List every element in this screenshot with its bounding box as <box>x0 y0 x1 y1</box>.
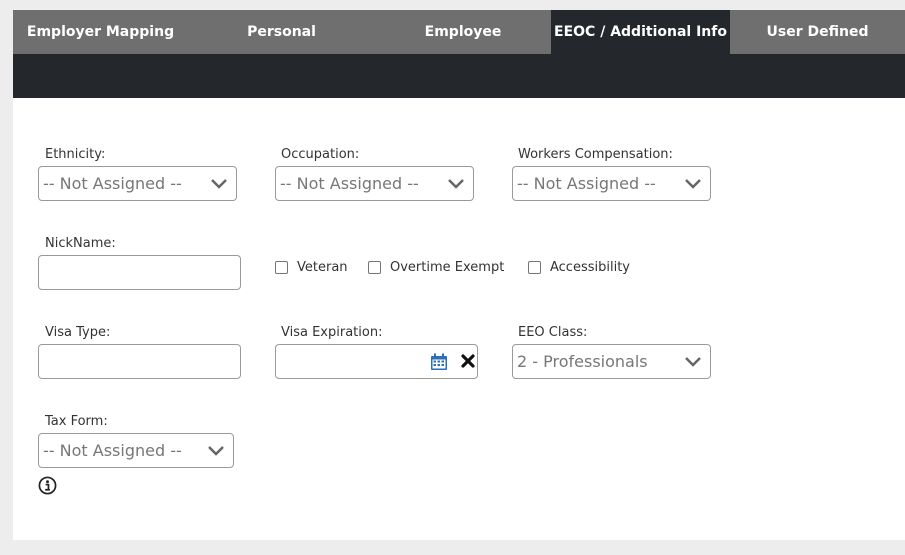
workers-comp-value: -- Not Assigned -- <box>517 174 656 193</box>
visa-type-input[interactable] <box>38 344 241 379</box>
calendar-icon[interactable] <box>430 353 448 371</box>
overtime-exempt-label: Overtime Exempt <box>390 260 505 275</box>
ethnicity-select[interactable]: -- Not Assigned -- <box>38 166 237 201</box>
visa-type-label: Visa Type: <box>45 325 111 340</box>
nickname-label: NickName: <box>45 236 116 251</box>
tab-bar: Employer Mapping Personal Employee EEOC … <box>13 10 905 54</box>
tab-user-defined[interactable]: User Defined <box>730 10 905 54</box>
close-icon[interactable] <box>460 353 476 369</box>
chevron-down-icon <box>208 446 224 456</box>
tab-employee[interactable]: Employee <box>375 10 551 54</box>
occupation-value: -- Not Assigned -- <box>280 174 419 193</box>
visa-expiration-input[interactable] <box>275 344 478 379</box>
accessibility-checkbox[interactable] <box>528 261 541 274</box>
veteran-checkbox[interactable] <box>275 261 288 274</box>
tab-eeoc-additional-info[interactable]: EEOC / Additional Info <box>551 10 730 54</box>
visa-expiration-label: Visa Expiration: <box>281 325 383 340</box>
overtime-exempt-checkbox[interactable] <box>368 261 381 274</box>
tax-form-select[interactable]: -- Not Assigned -- <box>38 433 234 468</box>
veteran-checkbox-group[interactable]: Veteran <box>275 260 348 275</box>
occupation-label: Occupation: <box>281 147 360 162</box>
accessibility-label: Accessibility <box>550 260 630 275</box>
info-icon[interactable] <box>38 476 57 495</box>
tab-personal[interactable]: Personal <box>188 10 375 54</box>
accessibility-checkbox-group[interactable]: Accessibility <box>528 260 630 275</box>
tax-form-value: -- Not Assigned -- <box>43 441 182 460</box>
tab-employer-mapping[interactable]: Employer Mapping <box>13 10 188 54</box>
occupation-select[interactable]: -- Not Assigned -- <box>275 166 474 201</box>
chevron-down-icon <box>211 179 227 189</box>
tab-content-header <box>13 54 905 98</box>
chevron-down-icon <box>685 179 701 189</box>
workers-comp-select[interactable]: -- Not Assigned -- <box>512 166 711 201</box>
ethnicity-value: -- Not Assigned -- <box>43 174 182 193</box>
veteran-label: Veteran <box>297 260 348 275</box>
eeoc-form-panel: Ethnicity: -- Not Assigned -- Occupation… <box>13 98 905 540</box>
workers-comp-label: Workers Compensation: <box>518 147 673 162</box>
eeo-class-label: EEO Class: <box>518 325 588 340</box>
chevron-down-icon <box>448 179 464 189</box>
eeo-class-value: 2 - Professionals <box>517 352 648 371</box>
overtime-exempt-checkbox-group[interactable]: Overtime Exempt <box>368 260 504 275</box>
chevron-down-icon <box>685 357 701 367</box>
ethnicity-label: Ethnicity: <box>45 147 106 162</box>
tax-form-label: Tax Form: <box>45 414 108 429</box>
eeo-class-select[interactable]: 2 - Professionals <box>512 344 711 379</box>
nickname-input[interactable] <box>38 255 241 290</box>
